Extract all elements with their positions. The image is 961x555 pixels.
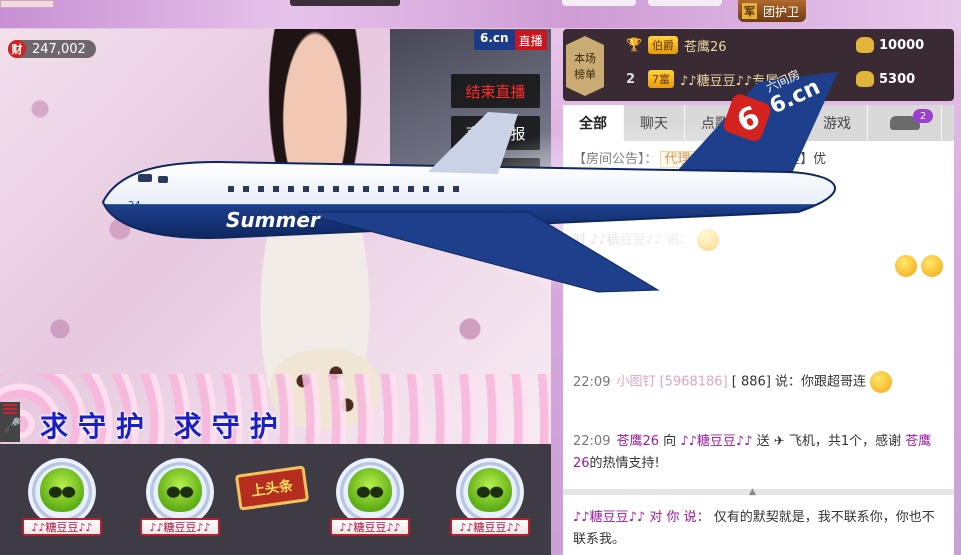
guard-seat[interactable]: ♪♪糖豆豆♪♪ (22, 458, 102, 548)
alien-avatar-icon (468, 468, 512, 512)
volume-bars-icon (3, 404, 17, 414)
tab-chat[interactable]: 聊天 (624, 105, 685, 141)
live-label: 直播 (514, 30, 547, 50)
brand-tag: 6.cn 直播 (474, 30, 547, 50)
message-target[interactable]: ♪♪糖豆豆♪♪ (680, 434, 752, 449)
guard-seat[interactable]: ♪♪糖豆豆♪♪ (450, 458, 530, 548)
alien-avatar-icon (348, 468, 392, 512)
ranking-amount-value: 10000 (879, 37, 925, 53)
trophy-icon: 🏆 (626, 37, 643, 53)
ranking-amount-value: 5300 (879, 71, 916, 87)
message-sender[interactable]: 苍鹰26 (616, 434, 659, 449)
message-time: 22:09 (573, 434, 611, 449)
ranking-amount: 10000 (856, 37, 946, 53)
guard-rank-icon: 军 (742, 3, 757, 19)
ranking-name[interactable]: 苍鹰26 (684, 36, 856, 55)
message-sender[interactable]: 小图钉 [5968186] (616, 375, 727, 390)
chat-message: 对 ♪♪糖豆豆♪♪ 说： (573, 229, 943, 252)
mic-strip[interactable]: 🎤 (0, 402, 21, 442)
message-action: 送 (756, 434, 770, 449)
streamer-image (215, 29, 415, 389)
brand-logo: 6.cn (474, 30, 515, 50)
room-announcement: 【房间公告】： 代理充 ⑥币请点击这里】优 送黄V 2000送紫V 说：可以看到我 (573, 149, 943, 215)
money-bag-icon (856, 71, 874, 87)
video-menu-button[interactable] (451, 158, 540, 192)
ranking-name[interactable]: ♪♪糖豆豆♪♪专属 (680, 70, 856, 89)
message-text: 对 ♪♪糖豆豆♪♪ 说： (573, 232, 693, 248)
laugh-emoji-icon (870, 371, 893, 393)
alien-avatar-icon (40, 468, 84, 512)
message-to: 向 (663, 434, 677, 449)
chat-message: 22:09 苍鹰26 向 ♪♪糖豆豆♪♪ 送 ✈ 飞机，共1个，感谢 苍鹰26的热… (573, 431, 943, 475)
wealth-count: 247,002 (32, 41, 86, 57)
ranking-amount: 5300 (856, 71, 946, 87)
private-to: 对 你 说： (649, 510, 710, 525)
end-live-button[interactable]: 结束直播 (451, 74, 540, 108)
ok-hand-emoji-icon (696, 229, 719, 251)
chevron-up-icon[interactable]: ▲ (749, 487, 756, 497)
chat-message: 22:09 小图钉 [5968186] [ 886] 说：你跟超哥连 (573, 371, 943, 394)
level-badge: 7富 (648, 70, 674, 88)
level-badge: 伯爵 (648, 36, 678, 54)
microphone-icon[interactable]: 🎤 (4, 418, 21, 438)
ranking-tag-line1: 本场 (574, 52, 596, 65)
message-time: 22:09 (573, 374, 611, 390)
top-slot-dark[interactable] (290, 0, 400, 6)
ranking-position: 2 (626, 71, 636, 87)
chat-tabs: 全部 聊天 点歌 游戏 2 (563, 105, 954, 141)
smile-emoji-icon (894, 255, 917, 277)
ranking-row[interactable]: 2 7富 ♪♪糖豆豆♪♪专属 5300 (626, 66, 946, 92)
message-tail: 的热情支持! (589, 456, 660, 471)
announce-text-3: 说：可以看到我 (573, 196, 665, 211)
ranking-row[interactable]: 🏆 伯爵 苍鹰26 10000 (626, 32, 946, 58)
wealth-counter: 财 247,002 (8, 40, 96, 58)
ranking-tag[interactable]: 本场 榜单 (566, 36, 604, 96)
live-poster-button[interactable]: 直播海报 (451, 116, 540, 150)
wealth-icon: 财 (8, 40, 26, 58)
guard-slogan: 求守护 求守护 (40, 410, 288, 443)
top-slot-light-1[interactable] (562, 0, 636, 6)
chat-divider[interactable] (563, 489, 954, 495)
seat-name: ♪♪糖豆豆♪♪ (140, 518, 220, 536)
guard-seat[interactable]: ♪♪糖豆豆♪♪ (330, 458, 410, 548)
message-text: [ 886] 说：你跟超哥连 (731, 374, 867, 390)
announce-text-1[interactable]: ⑥币请点击这里】优 (711, 152, 827, 167)
guard-badge[interactable]: 军 团护卫 (738, 0, 806, 22)
chat-message (573, 255, 943, 278)
plane-gift-icon: ✈ (773, 434, 785, 449)
guard-badge-label: 团护卫 (763, 4, 800, 19)
tab-car[interactable]: 2 (868, 105, 942, 141)
seat-name: ♪♪糖豆豆♪♪ (330, 518, 410, 536)
top-slot-light-2[interactable] (648, 0, 722, 6)
agent-recharge-button[interactable]: 代理充 (659, 151, 709, 168)
announce-text-2: 送黄V 2000送紫V (573, 174, 681, 189)
money-bag-icon (856, 37, 874, 53)
car-count-badge: 2 (913, 109, 933, 123)
chat-panel: 全部 聊天 点歌 游戏 2 【房间公告】： 代理充 ⑥币请点击这里】优 送黄V 20… (563, 105, 954, 555)
guard-seat[interactable]: ♪♪糖豆豆♪♪ (140, 458, 220, 548)
ranking-tag-line2: 榜单 (574, 68, 596, 81)
message-gift: 飞机，共1个，感谢 (788, 434, 902, 449)
seat-name: ♪♪糖豆豆♪♪ (22, 518, 102, 536)
tab-games[interactable]: 游戏 (807, 105, 868, 141)
alien-avatar-icon (158, 468, 202, 512)
private-sender[interactable]: ♪♪糖豆豆♪♪ (573, 510, 645, 525)
smile-emoji-icon (921, 255, 943, 277)
tab-hidden[interactable] (746, 105, 807, 141)
seat-name: ♪♪糖豆豆♪♪ (450, 518, 530, 536)
tab-song[interactable]: 点歌 (685, 105, 746, 141)
announce-prefix: 【房间公告】： (573, 152, 658, 167)
private-message: ♪♪糖豆豆♪♪ 对 你 说： 仅有的默契就是，我不联系你，你也不联系我。 (573, 507, 943, 551)
top-banner (0, 0, 961, 28)
tab-all[interactable]: 全部 (563, 105, 624, 141)
top-thumbnail[interactable] (0, 0, 54, 8)
